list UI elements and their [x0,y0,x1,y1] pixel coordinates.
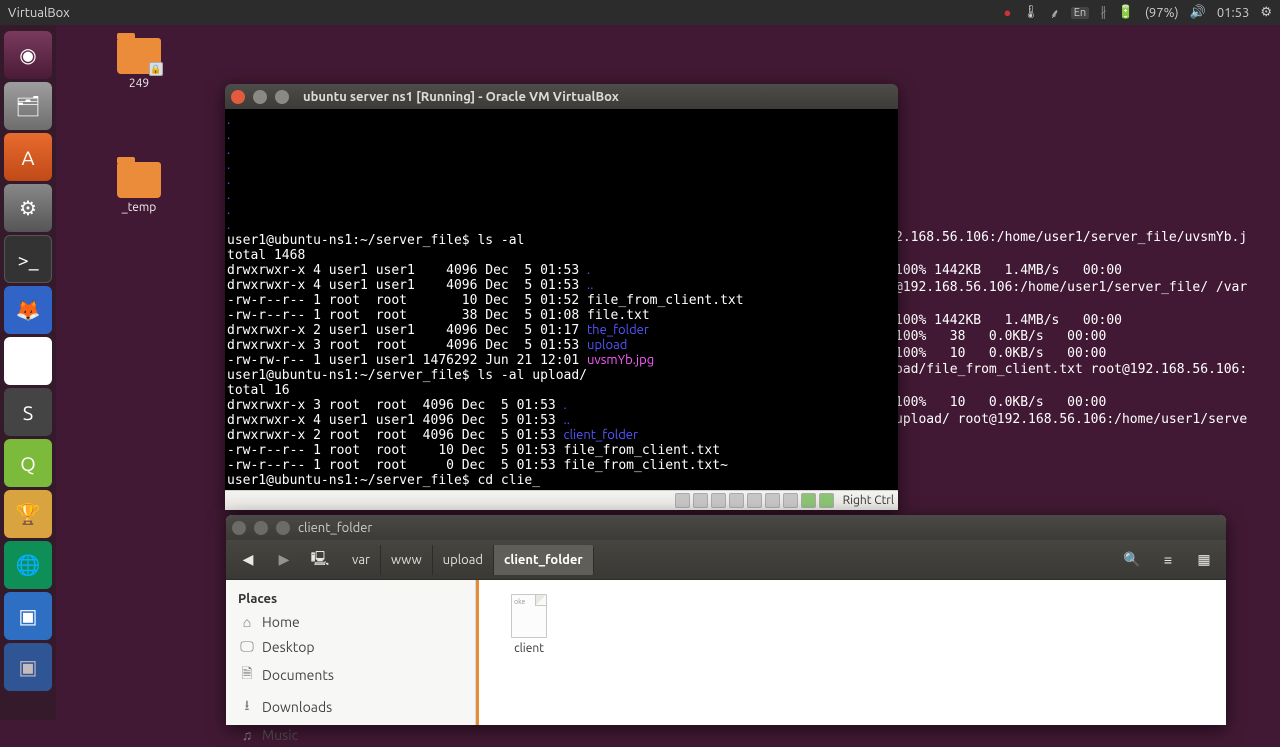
window-title: client_folder [298,521,372,535]
bluetooth-icon[interactable]: ∦ [1100,5,1107,20]
music-icon: ♫ [240,727,254,743]
window-title: ubuntu server ns1 [Running] - Oracle VM … [303,90,619,104]
close-icon[interactable] [232,521,246,535]
virtualbox-window: ubuntu server ns1 [Running] - Oracle VM … [225,84,898,510]
qgis-icon[interactable]: Q [4,439,52,487]
close-icon[interactable] [231,90,245,104]
lock-icon: 🔒 [149,62,163,76]
display-icon[interactable] [747,493,762,508]
keyboard-capture-icon[interactable] [819,493,834,508]
sublime-icon[interactable]: S [4,388,52,436]
sidebar-item-music[interactable]: ♫Music [226,723,475,747]
shared-folder-icon[interactable] [729,493,744,508]
wifi-icon[interactable]: ⸙ [1050,4,1060,22]
clock[interactable]: 01:53 [1217,6,1250,20]
desktop-folder-249[interactable]: 🔒 249 [104,38,174,90]
gear-icon[interactable]: ⚙ [1260,5,1272,20]
temp-icon[interactable]: 🌡 [1022,5,1039,20]
forward-button[interactable]: ▶ [270,546,298,574]
network-icon[interactable] [765,493,780,508]
keyboard-layout[interactable]: En [1071,7,1089,19]
usb-icon[interactable] [711,493,726,508]
back-button[interactable]: ◀ [234,546,262,574]
desktop-folder-temp[interactable]: _temp [104,162,174,214]
vm-preview-icon[interactable]: ▣ [4,643,52,691]
documents-icon: 🗎 [240,663,254,687]
vbox-statusbar: Right Ctrl [225,490,898,510]
chrome-icon[interactable]: ◯ [4,337,52,385]
record-icon[interactable]: ● [1004,5,1012,20]
sidebar-item-downloads[interactable]: ⭳Downloads [226,691,475,723]
maximize-icon[interactable] [275,90,289,104]
search-icon[interactable]: 🔍 [1118,546,1146,574]
software-center-icon[interactable]: A [4,133,52,181]
battery-pct: (97%) [1145,6,1179,20]
clipboard-icon[interactable] [783,493,798,508]
sidebar-item-documents[interactable]: 🗎Documents [226,659,475,691]
sidebar-item-home[interactable]: ⌂Home [226,610,475,634]
files-sidebar: Places ⌂Home 🖵Desktop 🗎Documents ⭳Downlo… [226,580,476,725]
settings-icon[interactable]: ⚙ [4,184,52,232]
sidebar-heading: Places [226,588,475,610]
files-titlebar[interactable]: client_folder [226,515,1226,540]
firefox-icon[interactable]: 🦊 [4,286,52,334]
terminal-icon[interactable]: >_ [4,235,52,283]
desktop-icon: 🖵 [240,638,254,655]
breadcrumb-var[interactable]: var [342,545,381,575]
background-terminal: 2.168.56.106:/home/user1/server_file/uvs… [895,230,1280,428]
breadcrumb-client-folder[interactable]: client_folder [494,545,594,575]
trophy-icon[interactable]: 🏆 [4,490,52,538]
breadcrumb-upload[interactable]: upload [433,545,494,575]
text-file-icon: oke [511,594,547,638]
mouse-capture-icon[interactable] [801,493,816,508]
file-item-client[interactable]: oke client [489,594,569,655]
battery-icon[interactable]: 🔋 [1118,5,1134,20]
hd-icon[interactable] [675,493,690,508]
files-toolbar: ◀ ▶ 🖳 var www upload client_folder 🔍 ≡ ▦ [226,540,1226,580]
unity-launcher: ◉ 🗂 A ⚙ >_ 🦊 ◯ S Q 🏆 🌐 ▣ ▣ [0,25,56,720]
desktop-folder-label: 249 [104,77,174,90]
vbox-titlebar[interactable]: ubuntu server ns1 [Running] - Oracle VM … [225,84,898,109]
file-label: client [514,642,544,655]
files-icon[interactable]: 🗂 [4,82,52,130]
virtualbox-icon[interactable]: ▣ [4,592,52,640]
breadcrumb-www[interactable]: www [381,545,433,575]
minimize-icon[interactable] [254,521,268,535]
globe-icon[interactable]: 🌐 [4,541,52,589]
view-grid-icon[interactable]: ▦ [1190,546,1218,574]
desktop-folder-label: _temp [104,201,174,214]
status-indicators: ● 🌡 ⸙ En ∦ 🔋 (97%) 🔊 01:53 ⚙ [1004,4,1272,22]
guest-terminal[interactable]: . . . . . . . . user1@ubuntu-ns1:~/serve… [225,109,898,490]
home-icon: ⌂ [240,614,254,630]
breadcrumb: var www upload client_folder [342,545,594,575]
file-manager-window: client_folder ◀ ▶ 🖳 var www upload clien… [226,515,1226,725]
computer-icon[interactable]: 🖳 [306,546,334,574]
downloads-icon: ⭳ [240,695,254,719]
hostkey-label: Right Ctrl [843,494,894,507]
cd-icon[interactable] [693,493,708,508]
minimize-icon[interactable] [253,90,267,104]
active-app-label: VirtualBox [8,6,70,20]
volume-icon[interactable]: 🔊 [1190,5,1206,20]
dash-icon[interactable]: ◉ [4,31,52,79]
maximize-icon[interactable] [276,521,290,535]
menubar: VirtualBox ● 🌡 ⸙ En ∦ 🔋 (97%) 🔊 01:53 ⚙ [0,0,1280,25]
sidebar-item-desktop[interactable]: 🖵Desktop [226,634,475,659]
view-list-icon[interactable]: ≡ [1154,546,1182,574]
files-content-area[interactable]: oke client [479,580,1226,725]
